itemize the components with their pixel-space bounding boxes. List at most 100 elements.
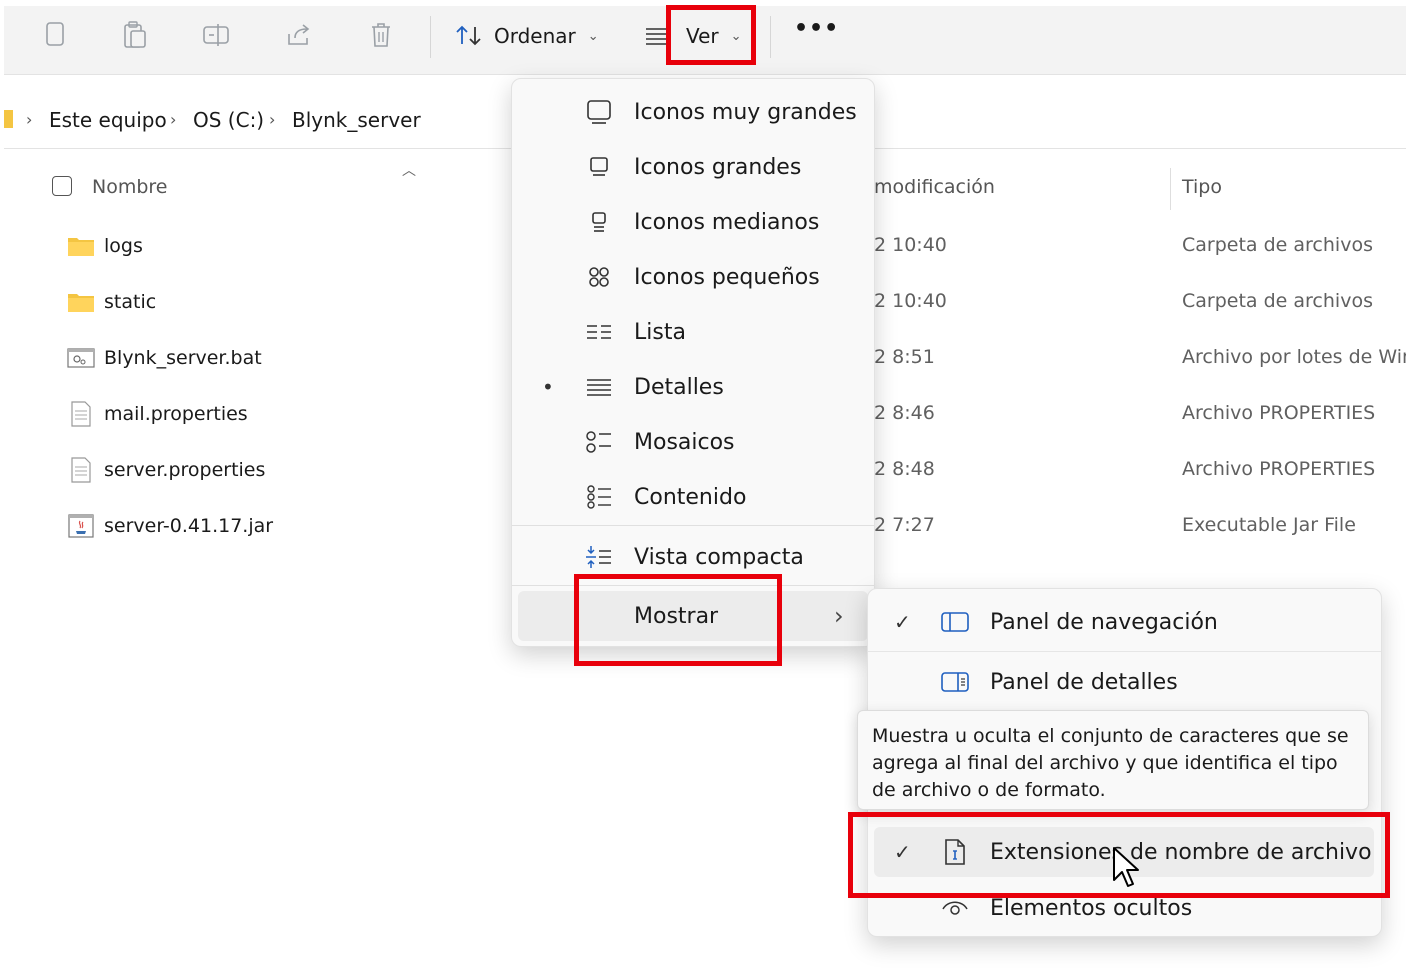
file-type: Archivo PROPERTIES	[1182, 402, 1376, 424]
breadcrumb-separator-icon: ›	[269, 110, 276, 129]
rename-icon[interactable]	[202, 20, 232, 50]
breadcrumb-item[interactable]: Este equipo	[49, 108, 167, 132]
chevron-right-icon: ›	[834, 602, 844, 630]
file-name: static	[104, 291, 157, 313]
tiles-view-icon	[584, 427, 614, 457]
file-type: Archivo PROPERTIES	[1182, 458, 1376, 480]
file-name: mail.properties	[104, 403, 248, 425]
view-icon	[644, 26, 668, 46]
menu-item-label: Mosaicos	[634, 429, 735, 455]
menu-item-label: Contenido	[634, 484, 747, 510]
menu-item-extra-large-icons[interactable]: Iconos muy grandes	[512, 87, 872, 137]
text-file-icon	[66, 457, 96, 483]
tooltip-text: Muestra u oculta el conjunto de caracter…	[872, 725, 1349, 801]
content-view-icon	[584, 482, 614, 512]
file-type: Executable Jar File	[1182, 514, 1356, 536]
folder-icon	[66, 233, 96, 259]
menu-item-large-icons[interactable]: Iconos grandes	[512, 142, 872, 192]
small-icons-icon	[584, 262, 614, 292]
file-row[interactable]: mail.properties	[66, 394, 526, 434]
column-header-modified[interactable]: modificación	[874, 176, 995, 198]
extra-large-icons-icon	[584, 97, 614, 127]
menu-item-medium-icons[interactable]: Iconos medianos	[512, 197, 872, 247]
type-column: Carpeta de archivos Carpeta de archivos …	[1182, 226, 1406, 566]
file-row[interactable]: logs	[66, 226, 526, 266]
copy-icon[interactable]	[40, 20, 70, 50]
toolbar-divider	[430, 16, 431, 58]
select-all-checkbox[interactable]	[52, 176, 72, 196]
column-header-type[interactable]: Tipo	[1182, 176, 1222, 198]
checkmark-icon: ✓	[894, 610, 911, 634]
details-view-icon	[584, 372, 614, 402]
file-name: Blynk_server.bat	[104, 347, 262, 369]
file-name: server.properties	[104, 459, 266, 481]
file-modified: 2 8:48	[874, 458, 935, 480]
file-modified: 2 10:40	[874, 290, 947, 312]
medium-icons-icon	[584, 207, 614, 237]
file-type: Archivo por lotes de Win	[1182, 346, 1406, 368]
menu-divider	[868, 651, 1381, 652]
file-row[interactable]: server.properties	[66, 450, 526, 490]
breadcrumb-separator-icon: ›	[26, 110, 33, 129]
file-name: logs	[104, 235, 143, 257]
file-type: Carpeta de archivos	[1182, 234, 1373, 256]
batch-file-icon	[66, 345, 96, 371]
folder-icon	[4, 110, 13, 128]
chevron-down-icon: ⌄	[587, 28, 599, 44]
menu-item-content[interactable]: Contenido	[512, 472, 872, 522]
menu-item-label: Lista	[634, 319, 686, 345]
text-file-icon	[66, 401, 96, 427]
column-header-name[interactable]: Nombre	[92, 176, 168, 198]
breadcrumb-separator-icon: ›	[170, 110, 177, 129]
highlight-box-view	[666, 5, 756, 65]
file-row[interactable]: static	[66, 282, 526, 322]
file-modified: 2 10:40	[874, 234, 947, 256]
menu-item-label: Iconos grandes	[634, 154, 802, 180]
menu-item-tiles[interactable]: Mosaicos	[512, 417, 872, 467]
delete-icon[interactable]	[366, 20, 396, 50]
menu-item-label: Panel de detalles	[990, 669, 1178, 695]
file-row[interactable]: server-0.41.17.jar	[66, 506, 526, 546]
menu-item-label: Elementos ocultos	[990, 895, 1193, 921]
list-view-icon	[584, 317, 614, 347]
file-name: server-0.41.17.jar	[104, 515, 274, 537]
file-type: Carpeta de archivos	[1182, 290, 1373, 312]
file-modified: 2 7:27	[874, 514, 935, 536]
sort-label: Ordenar	[494, 24, 576, 48]
folder-icon	[66, 289, 96, 315]
selected-bullet-icon: •	[542, 375, 554, 399]
menu-item-label: Vista compacta	[634, 544, 804, 570]
column-divider	[1170, 168, 1171, 210]
mouse-cursor-icon	[1112, 846, 1140, 894]
sort-icon	[454, 24, 484, 48]
breadcrumb-item[interactable]: Blynk_server	[292, 108, 421, 132]
file-modified: 2 8:46	[874, 402, 935, 424]
large-icons-icon	[584, 152, 614, 182]
menu-item-label: Panel de navegación	[990, 609, 1218, 635]
jar-file-icon	[66, 513, 96, 539]
navigation-pane-icon	[940, 607, 970, 637]
menu-item-details-pane[interactable]: Panel de detalles	[868, 657, 1378, 707]
menu-item-label: Iconos muy grandes	[634, 99, 857, 125]
share-icon[interactable]	[284, 20, 314, 50]
view-menu: Iconos muy grandes Iconos grandes Iconos…	[511, 78, 875, 647]
breadcrumb-item[interactable]: OS (C:)	[193, 108, 264, 132]
sort-ascending-icon: ︿	[402, 163, 416, 179]
menu-item-label: Iconos medianos	[634, 209, 820, 235]
menu-item-navigation-pane[interactable]: ✓ Panel de navegación	[868, 597, 1378, 647]
highlight-box-show	[574, 574, 782, 666]
menu-item-list[interactable]: Lista	[512, 307, 872, 357]
more-options-button[interactable]: •••	[794, 16, 839, 41]
menu-item-label: Iconos pequeños	[634, 264, 820, 290]
menu-divider	[512, 525, 874, 526]
menu-item-label: Detalles	[634, 374, 724, 400]
paste-icon[interactable]	[120, 20, 150, 50]
details-pane-icon	[940, 667, 970, 697]
toolbar-divider	[770, 16, 771, 58]
tooltip: Muestra u oculta el conjunto de caracter…	[857, 710, 1369, 810]
menu-item-small-icons[interactable]: Iconos pequeños	[512, 252, 872, 302]
menu-item-details[interactable]: • Detalles	[512, 362, 872, 412]
file-row[interactable]: Blynk_server.bat	[66, 338, 526, 378]
sort-button[interactable]: Ordenar ⌄	[454, 18, 599, 54]
file-modified: 2 8:51	[874, 346, 935, 368]
